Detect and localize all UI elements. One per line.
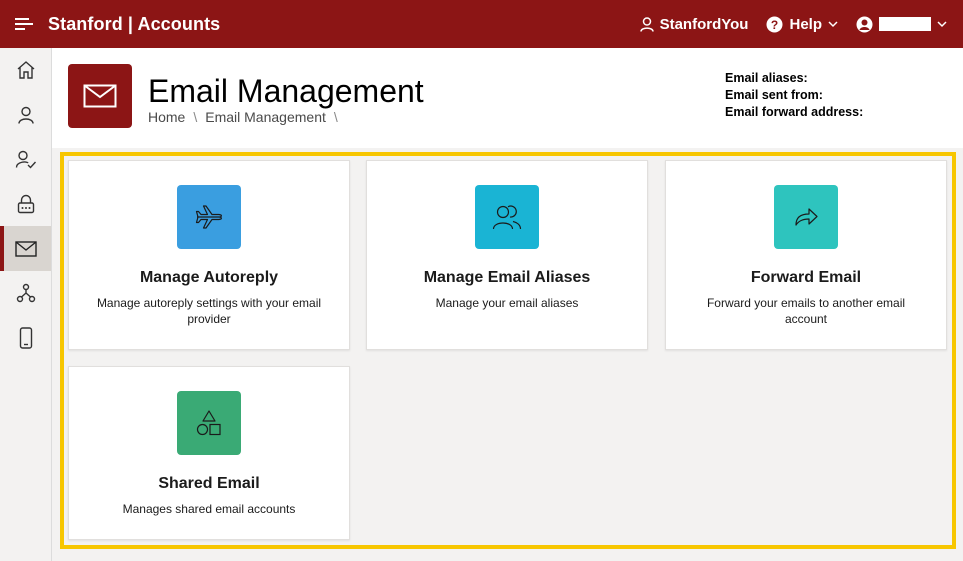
- sidebar-item-email[interactable]: [0, 226, 51, 271]
- person-icon: [17, 106, 34, 124]
- chevron-down-icon: [828, 20, 838, 27]
- page-header: Email Management Home \ Email Management…: [52, 48, 963, 148]
- forward-arrow-icon: [795, 208, 818, 226]
- svg-text:?: ?: [771, 18, 778, 32]
- airplane-icon: [195, 205, 222, 229]
- card-title: Manage Autoreply: [139, 269, 279, 286]
- card-description: Forward your emails to another email acc…: [706, 296, 906, 326]
- app-brand[interactable]: Stanford | Accounts: [48, 14, 220, 35]
- card-title: Forward Email: [750, 269, 862, 286]
- avatar-icon: [856, 16, 873, 32]
- email-aliases-label: Email aliases:: [725, 71, 808, 85]
- cards-area: Manage Autoreply Manage autoreply settin…: [60, 152, 956, 549]
- people-icon: [492, 205, 522, 230]
- stanfordyou-label: StanfordYou: [659, 15, 749, 33]
- person-icon: [639, 16, 654, 32]
- help-menu[interactable]: ? Help: [766, 16, 838, 33]
- shapes-icon: [196, 410, 221, 436]
- card-title: Shared Email: [158, 475, 260, 492]
- card-manage-email-aliases[interactable]: Manage Email Aliases Manage your email a…: [366, 160, 648, 350]
- sidebar-item-person-check[interactable]: [0, 137, 51, 182]
- breadcrumb-home[interactable]: Home: [148, 109, 185, 125]
- menu-icon[interactable]: [0, 0, 48, 48]
- email-info-box: Email aliases: Email sent from: Email fo…: [722, 70, 960, 130]
- card-icon-tile: [475, 185, 539, 249]
- mail-icon: [14, 240, 37, 257]
- sidebar-item-security[interactable]: [0, 182, 51, 227]
- sidebar: [0, 48, 52, 561]
- chevron-down-icon: [937, 20, 947, 27]
- lock-icon: [17, 194, 34, 214]
- breadcrumb-separator: \: [193, 109, 198, 125]
- top-bar: Stanford | Accounts StanfordYou ? Help: [0, 0, 963, 48]
- breadcrumb: Home \ Email Management \: [148, 109, 338, 125]
- phone-icon: [19, 327, 32, 349]
- card-description: Manages shared email accounts: [122, 502, 296, 516]
- person-check-icon: [15, 151, 36, 169]
- sidebar-item-profile[interactable]: [0, 93, 51, 138]
- breadcrumb-separator: \: [333, 109, 338, 125]
- help-icon: ?: [766, 16, 783, 32]
- home-icon: [17, 61, 34, 79]
- stanfordyou-link[interactable]: StanfordYou: [639, 15, 749, 33]
- card-icon-tile: [177, 185, 241, 249]
- email-forward-label: Email forward address:: [725, 105, 864, 119]
- email-header-icon: [68, 64, 132, 128]
- card-icon-tile: [177, 391, 241, 455]
- help-label: Help: [789, 15, 822, 33]
- sidebar-item-mobile[interactable]: [0, 316, 51, 361]
- user-name-redacted: [879, 17, 931, 31]
- email-sent-from-label: Email sent from:: [725, 88, 823, 102]
- card-description: Manage your email aliases: [435, 296, 579, 310]
- card-title: Manage Email Aliases: [423, 269, 591, 286]
- breadcrumb-email-management[interactable]: Email Management: [205, 109, 326, 125]
- network-icon: [16, 284, 35, 303]
- card-forward-email[interactable]: Forward Email Forward your emails to ano…: [665, 160, 947, 350]
- card-icon-tile: [774, 185, 838, 249]
- card-shared-email[interactable]: Shared Email Manages shared email accoun…: [68, 366, 350, 540]
- page-title: Email Management: [148, 73, 424, 109]
- mail-icon: [83, 84, 117, 108]
- card-description: Manage autoreply settings with your emai…: [96, 296, 322, 326]
- sidebar-item-home[interactable]: [0, 48, 51, 93]
- card-manage-autoreply[interactable]: Manage Autoreply Manage autoreply settin…: [68, 160, 350, 350]
- sidebar-item-network[interactable]: [0, 271, 51, 316]
- user-menu[interactable]: [856, 16, 947, 33]
